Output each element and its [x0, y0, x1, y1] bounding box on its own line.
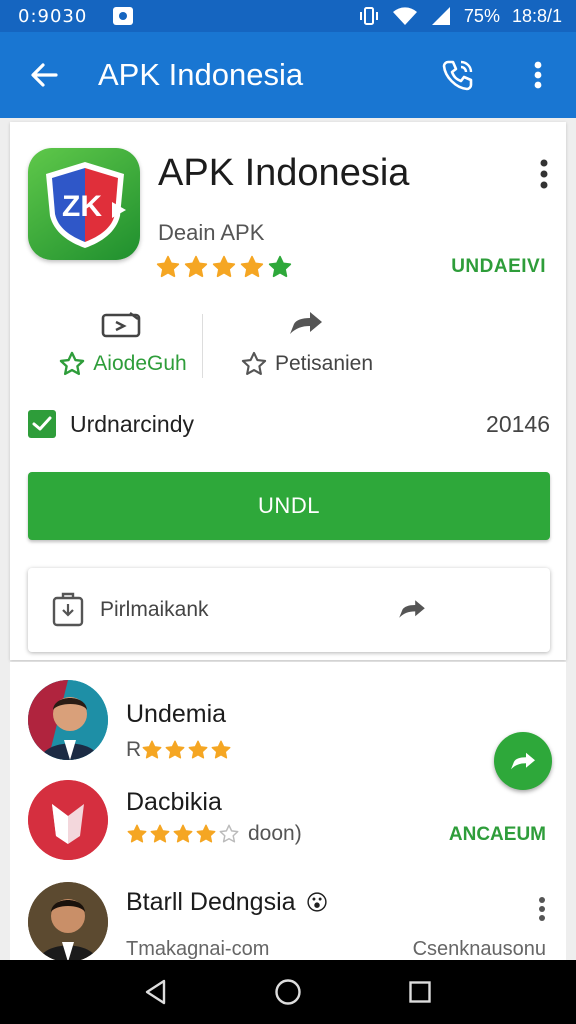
star-empty-icon [219, 824, 239, 843]
system-nav-bar [0, 960, 576, 1024]
permission-card[interactable]: Pirlmaikank [28, 568, 550, 652]
emoji-icon: 😮 [305, 889, 329, 915]
star-rating [126, 823, 240, 845]
item-rating-prefix: R [126, 738, 142, 761]
avatar [28, 680, 108, 760]
item-rating-suffix: doon) [248, 822, 302, 845]
battery-percent: 75% [463, 5, 500, 26]
item-url: Tmakagnai-com [126, 938, 270, 960]
check-icon [32, 416, 52, 431]
app-bar: APK Indonesia [0, 32, 576, 118]
svg-text:ZK: ZK [62, 190, 102, 223]
vibrate-icon [358, 6, 380, 26]
nav-back-button[interactable] [132, 968, 180, 1016]
checkbox-label: Urdnarcindy [70, 410, 194, 437]
star-filled-icon [188, 740, 208, 759]
star-filled-icon [142, 740, 162, 759]
checkbox-row: Urdnarcindy 20146 [28, 406, 550, 442]
star-rating [141, 739, 232, 761]
app-name: APK Indonesia [158, 152, 410, 194]
wifi-icon [392, 6, 418, 26]
item-title: Dacbikia [126, 788, 222, 816]
app-icon: ZK [28, 148, 140, 260]
overflow-menu-button[interactable] [518, 55, 558, 95]
related-apps-list: Undemia R Dacbikia doon) ANCAEUM Btarll … [10, 662, 566, 962]
star-filled-icon [127, 824, 147, 843]
share-arrow-icon [511, 752, 535, 770]
star-filled-icon [184, 255, 208, 278]
app-bar-title: APK Indonesia [98, 57, 304, 92]
avatar [28, 882, 108, 962]
list-item[interactable]: Btarll Dedngsia 😮 Tmakagnai-com Csenknau… [10, 872, 566, 962]
item-rating: R [126, 738, 232, 762]
notification-icon [113, 7, 134, 25]
status-clock: 18:8/1 [511, 5, 562, 26]
item-action-link[interactable]: ANCAEUM [449, 824, 546, 846]
nav-recents-button[interactable] [396, 968, 444, 1016]
signal-icon [430, 6, 452, 26]
item-title: Btarll Dedngsia [126, 888, 296, 916]
arrow-back-icon [31, 63, 58, 87]
star-filled-icon [165, 740, 185, 759]
phone-icon [442, 60, 473, 91]
star-filled-icon [212, 255, 236, 278]
stat-downloads[interactable]: AiodeGuh [32, 310, 212, 378]
share-icon[interactable] [396, 594, 428, 629]
option-checkbox[interactable] [28, 410, 56, 438]
star-filled-icon [150, 824, 170, 843]
star-filled-icon [268, 255, 292, 278]
developer-name[interactable]: Deain APK [158, 220, 264, 246]
call-button[interactable] [438, 55, 478, 95]
star-filled-icon [196, 824, 216, 843]
stat-downloads-label: AiodeGuh [93, 352, 187, 375]
shield-logo-icon: ZK [46, 162, 126, 248]
install-tag[interactable]: UNDAEIVI [451, 256, 546, 278]
item-more-button[interactable] [532, 892, 552, 926]
nav-home-button[interactable] [264, 968, 312, 1016]
list-item[interactable]: Undemia R [10, 662, 566, 772]
star-filled-icon [156, 255, 180, 278]
status-time: 0:9030 [18, 5, 88, 27]
app-logo-avatar [28, 780, 108, 860]
stat-share-label: Petisanien [274, 352, 374, 375]
clipboard-icon [50, 592, 86, 628]
star-filled-icon [173, 824, 193, 843]
item-rating: doon) [126, 822, 302, 846]
permission-label: Pirlmaikank [100, 598, 209, 621]
more-vert-icon [539, 897, 545, 921]
app-detail-card: ZK APK Indonesia Deain APK UNDAEIVI Aiod… [10, 122, 566, 660]
star-filled-icon [211, 740, 231, 759]
download-card-icon [101, 312, 141, 338]
back-button[interactable] [24, 55, 64, 95]
checkbox-value: 20146 [486, 410, 550, 437]
install-button[interactable]: UNDL [28, 472, 550, 540]
star-outline-icon [60, 351, 85, 376]
item-title: Undemia [126, 700, 227, 728]
list-item[interactable]: Dacbikia doon) ANCAEUM [10, 772, 566, 872]
stats-row: AiodeGuh Petisanien [10, 310, 566, 390]
square-recents-icon [409, 981, 431, 1003]
status-bar: 0:9030 75% 18:8/1 [0, 0, 576, 32]
share-icon [290, 312, 322, 334]
item-footer-right: Csenknausonu [412, 938, 546, 960]
stat-share[interactable]: Petisanien [226, 310, 386, 378]
circle-home-icon [275, 979, 301, 1005]
item-title-row: Btarll Dedngsia 😮 [126, 888, 328, 917]
stat-divider [202, 314, 203, 378]
app-rating [155, 254, 293, 280]
card-more-button[interactable] [532, 154, 556, 194]
star-filled-icon [240, 255, 264, 278]
star-outline-icon [241, 351, 267, 375]
triangle-back-icon [145, 979, 166, 1005]
more-vert-icon [540, 159, 548, 189]
more-vert-icon [534, 61, 542, 89]
